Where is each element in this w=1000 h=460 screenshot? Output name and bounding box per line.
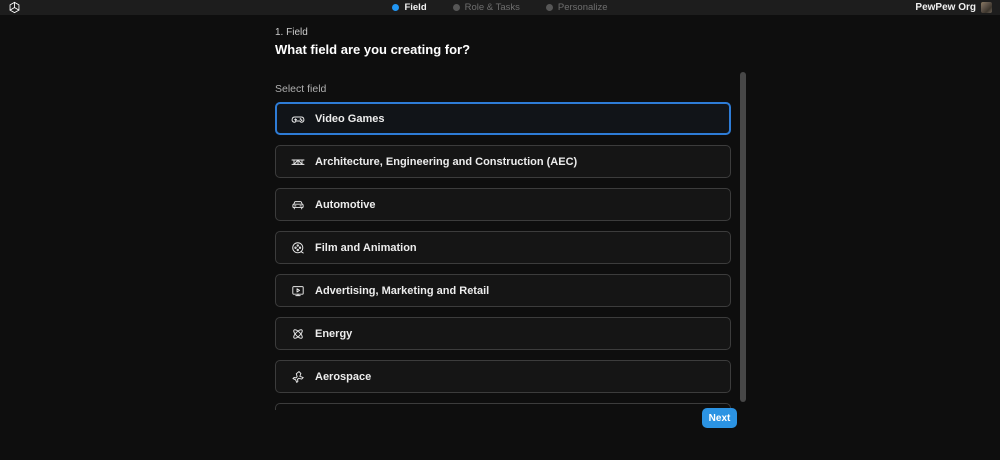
step-dot-icon [452, 4, 460, 11]
top-bar: Field Role & Tasks Personalize PewPew Or… [0, 0, 1000, 15]
next-button[interactable]: Next [702, 408, 737, 428]
atom-icon [290, 326, 306, 342]
wizard-stepper: Field Role & Tasks Personalize [350, 2, 650, 13]
step-label: Field [404, 2, 427, 13]
option-label: Video Games [315, 112, 385, 125]
option-label: Energy [315, 327, 353, 340]
option-label: Aerospace [315, 370, 372, 383]
option-label: Advertising, Marketing and Retail [315, 284, 490, 297]
select-field-label: Select field [275, 83, 327, 95]
option-aec[interactable]: Architecture, Engineering and Constructi… [275, 145, 731, 178]
option-label: Film and Animation [315, 241, 417, 254]
film-reel-icon [290, 240, 306, 256]
option-aerospace[interactable]: Aerospace [275, 360, 731, 393]
plane-icon [290, 369, 306, 385]
option-partial-next[interactable] [275, 403, 731, 410]
car-icon [290, 197, 306, 213]
option-advertising[interactable]: Advertising, Marketing and Retail [275, 274, 731, 307]
step-number-label: 1. Field [275, 27, 308, 38]
unity-logo-icon[interactable] [8, 1, 21, 14]
gamepad-icon [290, 111, 306, 127]
screen-play-icon [290, 283, 306, 299]
scrollbar-thumb[interactable] [740, 72, 746, 402]
option-energy[interactable]: Energy [275, 317, 731, 350]
account-area[interactable]: PewPew Org [915, 2, 992, 13]
avatar[interactable] [981, 2, 992, 13]
option-film-animation[interactable]: Film and Animation [275, 231, 731, 264]
option-video-games[interactable]: Video Games [275, 102, 731, 135]
page-title: What field are you creating for? [275, 42, 471, 57]
bridge-icon [290, 154, 306, 170]
main-content: 1. Field What field are you creating for… [0, 15, 1000, 460]
step-dot-icon [545, 4, 553, 11]
step-label: Role & Tasks [464, 2, 520, 13]
option-automotive[interactable]: Automotive [275, 188, 731, 221]
field-option-list: Video Games Architecture, Engineering an… [275, 102, 731, 410]
org-name: PewPew Org [915, 2, 976, 13]
option-label: Architecture, Engineering and Constructi… [315, 155, 578, 168]
step-role-tasks[interactable]: Role & Tasks [452, 2, 520, 13]
option-label: Automotive [315, 198, 376, 211]
scrollbar[interactable] [740, 71, 747, 416]
step-field[interactable]: Field [392, 2, 427, 13]
step-dot-icon [392, 4, 400, 11]
step-label: Personalize [557, 2, 608, 13]
step-personalize[interactable]: Personalize [545, 2, 608, 13]
